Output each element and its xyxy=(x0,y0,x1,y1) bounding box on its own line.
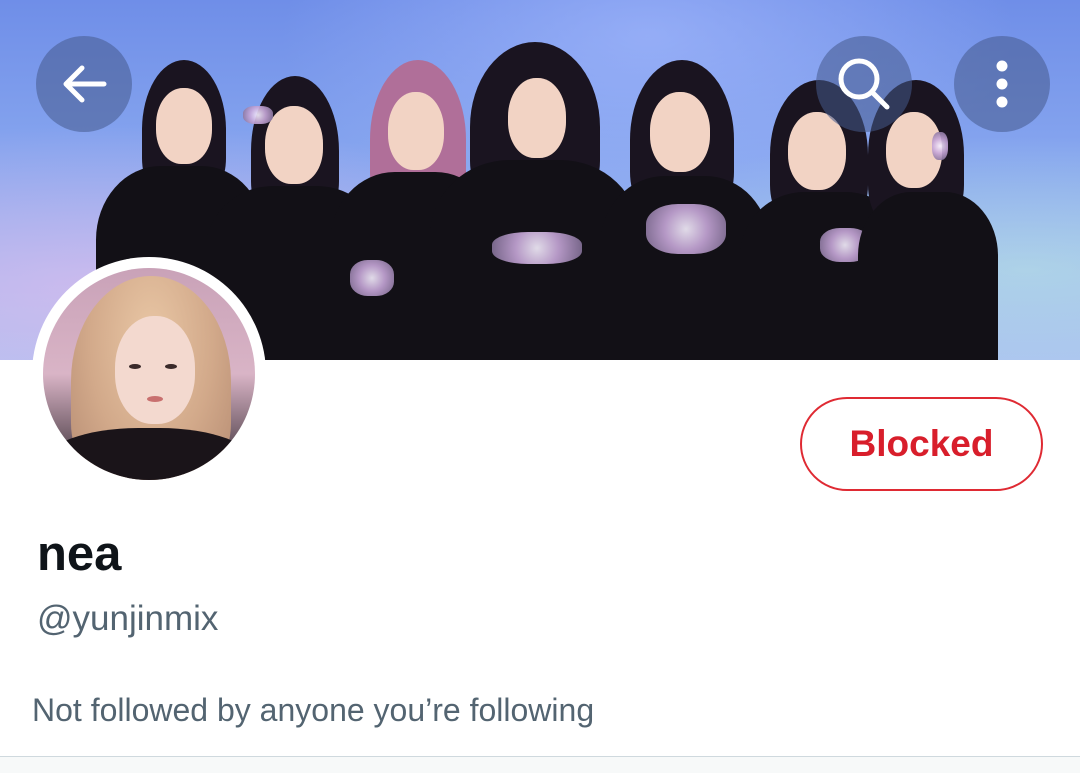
followers-you-know-text: Not followed by anyone you’re following xyxy=(32,692,595,728)
profile-avatar[interactable] xyxy=(32,257,266,491)
more-options-button[interactable] xyxy=(954,36,1050,132)
search-icon xyxy=(838,58,890,110)
profile-handle: @yunjinmix xyxy=(37,599,219,638)
more-vertical-icon xyxy=(996,60,1008,108)
search-button[interactable] xyxy=(816,36,912,132)
profile-display-name: nea xyxy=(37,527,122,581)
below-section xyxy=(0,757,1080,773)
avatar-image xyxy=(43,268,255,480)
profile-page: Blocked nea @yunjinmix Not followed by a… xyxy=(0,0,1080,773)
back-button[interactable] xyxy=(36,36,132,132)
blocked-button-label: Blocked xyxy=(849,423,994,464)
arrow-left-icon xyxy=(63,65,107,103)
blocked-button[interactable]: Blocked xyxy=(800,397,1043,491)
